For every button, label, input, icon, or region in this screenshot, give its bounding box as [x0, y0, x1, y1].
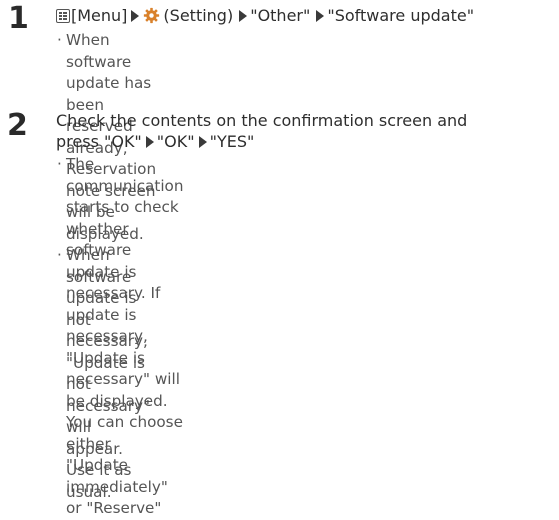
press-ok-label: press "OK" [56, 132, 142, 151]
arrow-icon [145, 136, 154, 148]
bullet: · [57, 31, 62, 49]
menu-label: [Menu] [71, 6, 128, 25]
ok-label: "OK" [156, 132, 195, 151]
arrow-icon [131, 10, 140, 22]
step-title: [Menu] (Setting) "Other" "Software update" [56, 5, 474, 26]
software-update-label: "Software update" [327, 6, 475, 25]
note-line: necessary" will appear. Use it as usual. [66, 396, 151, 501]
note: · When software update is not necessary,… [57, 245, 151, 503]
setting-label: (Setting) [163, 6, 234, 25]
arrow-icon [239, 10, 248, 22]
step-title-line: Check the contents on the confirmation s… [56, 111, 468, 130]
step-title-line: press "OK" "OK" "YES" [56, 131, 467, 152]
arrow-icon [198, 136, 207, 148]
bullet: · [57, 155, 62, 173]
step-number: 1 [8, 1, 29, 36]
menu-key-icon [56, 9, 70, 23]
arrow-icon [316, 10, 325, 22]
step-number: 2 [7, 108, 28, 143]
yes-label: "YES" [209, 132, 255, 151]
note-line: When software update is not necessary, "… [66, 246, 148, 393]
bullet: · [57, 246, 62, 264]
other-label: "Other" [250, 6, 311, 25]
step-title: Check the contents on the confirmation s… [56, 110, 467, 152]
gear-icon [144, 7, 160, 24]
